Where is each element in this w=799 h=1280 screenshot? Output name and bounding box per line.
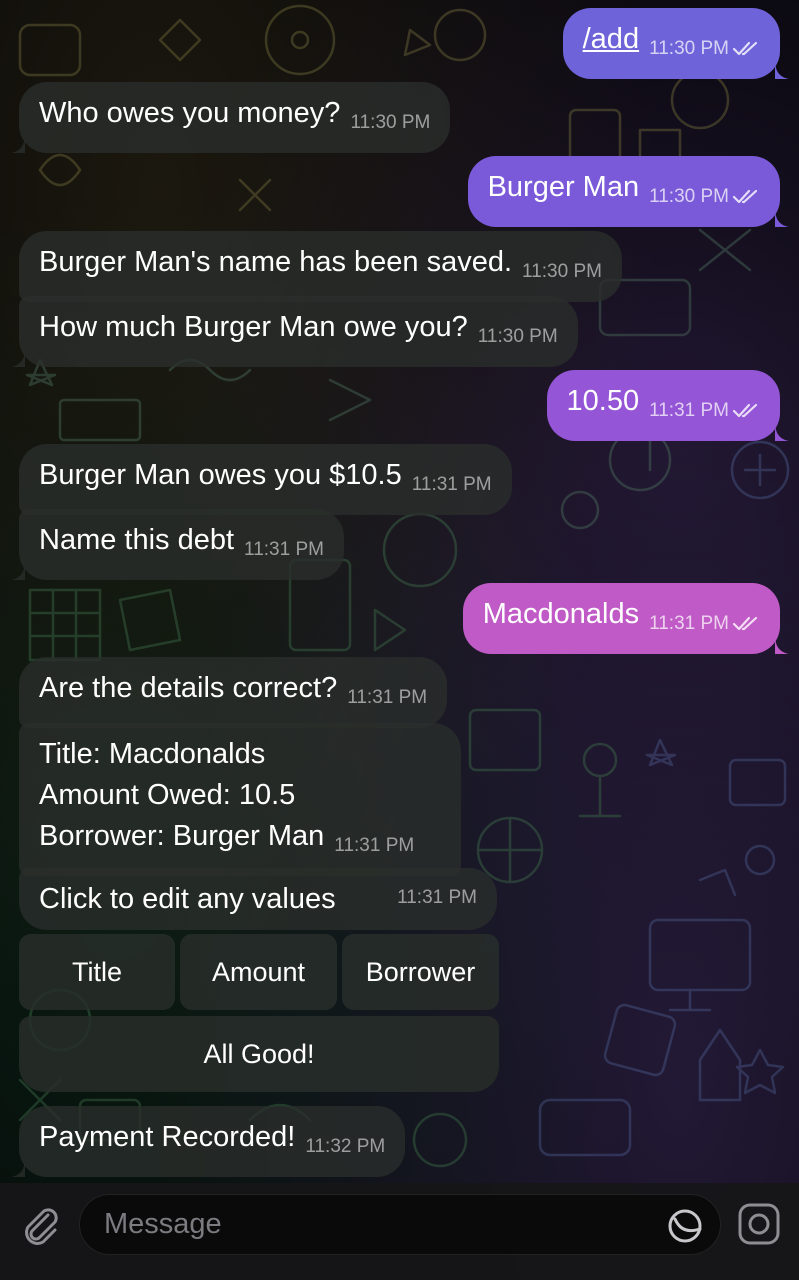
paperclip-icon[interactable] bbox=[18, 1203, 62, 1247]
message-time: 11:31 PM bbox=[347, 687, 428, 708]
button-label: Borrower bbox=[365, 956, 476, 987]
button-label: Title bbox=[71, 956, 122, 987]
incoming-message[interactable]: Who owes you money? 11:30 PM bbox=[11, 82, 451, 153]
edit-borrower-button[interactable]: Borrower bbox=[342, 934, 499, 1010]
message-text: 10.50 bbox=[566, 385, 640, 417]
incoming-message[interactable]: Burger Man owes you $10.5 11:31 PM bbox=[19, 444, 512, 515]
sticker-icon[interactable] bbox=[666, 1207, 704, 1245]
double-check-icon bbox=[732, 616, 758, 631]
bubble-tail bbox=[775, 59, 789, 79]
message-time: 11:30 PM bbox=[649, 28, 760, 69]
edit-amount-button[interactable]: Amount bbox=[180, 934, 337, 1010]
double-check-icon bbox=[732, 403, 758, 418]
message-text: Are the details correct? bbox=[39, 672, 338, 704]
chat-screen: /add 11:30 PM Who owes you money? 11:30 PM… bbox=[0, 0, 799, 1280]
detail-title-line: Title: Macdonalds bbox=[39, 738, 266, 770]
outgoing-message[interactable]: Burger Man 11:30 PM bbox=[467, 156, 789, 227]
bubble-tail bbox=[775, 207, 789, 227]
button-label: Amount bbox=[211, 956, 306, 987]
message-text: Payment Recorded! bbox=[39, 1121, 296, 1153]
bubble-tail bbox=[11, 560, 25, 580]
message-text: Burger Man owes you $10.5 bbox=[39, 459, 402, 491]
message-time: 11:31 PM bbox=[649, 390, 760, 431]
bubble-tail bbox=[11, 133, 25, 153]
message-time: 11:31 PM bbox=[334, 835, 415, 856]
message-time: 11:32 PM bbox=[305, 1136, 386, 1157]
incoming-message[interactable]: Payment Recorded! 11:32 PM bbox=[11, 1106, 406, 1177]
bubble-tail bbox=[775, 421, 789, 441]
message-text: Macdonalds bbox=[482, 598, 640, 630]
command-link[interactable]: /add bbox=[583, 23, 639, 55]
message-time: 11:30 PM bbox=[649, 176, 760, 217]
bubble-tail bbox=[775, 634, 789, 654]
message-time: 11:31 PM bbox=[397, 887, 477, 908]
button-label: All Good! bbox=[203, 1038, 315, 1069]
all-good-button[interactable]: All Good! bbox=[19, 1016, 499, 1092]
detail-borrower-line: Borrower: Burger Man 11:31 PM bbox=[39, 816, 441, 866]
incoming-message[interactable]: Click to edit any values 11:31 PM bbox=[19, 868, 497, 930]
double-check-icon bbox=[732, 189, 758, 204]
message-placeholder: Message bbox=[104, 1208, 222, 1240]
message-time: 11:31 PM bbox=[411, 474, 492, 495]
camera-icon[interactable] bbox=[737, 1202, 781, 1246]
message-time: 11:31 PM bbox=[244, 539, 324, 560]
message-time: 11:30 PM bbox=[350, 112, 431, 133]
bubble-tail bbox=[11, 347, 25, 367]
message-text: Burger Man's name has been saved. bbox=[39, 246, 513, 278]
incoming-message[interactable]: Burger Man's name has been saved. 11:30 P… bbox=[19, 231, 622, 302]
bubble-tail bbox=[11, 1157, 25, 1177]
message-composer: Message bbox=[0, 1183, 799, 1280]
incoming-message[interactable]: Title: Macdonalds Amount Owed: 10.5 Borr… bbox=[19, 723, 461, 876]
message-time: 11:30 PM bbox=[477, 326, 558, 347]
incoming-message[interactable]: How much Burger Man owe you? 11:30 PM bbox=[11, 296, 578, 367]
outgoing-message[interactable]: /add 11:30 PM bbox=[562, 8, 789, 79]
outgoing-message[interactable]: 10.50 11:31 PM bbox=[546, 370, 789, 441]
incoming-message[interactable]: Name this debt 11:31 PM bbox=[11, 509, 344, 580]
outgoing-message[interactable]: Macdonalds 11:31 PM bbox=[462, 583, 789, 654]
message-text: Click to edit any values bbox=[39, 883, 336, 915]
double-check-icon bbox=[732, 41, 758, 56]
incoming-message[interactable]: Are the details correct? 11:31 PM bbox=[19, 657, 448, 728]
message-text: How much Burger Man owe you? bbox=[39, 311, 468, 343]
message-text: Name this debt bbox=[39, 524, 235, 556]
message-text: Burger Man bbox=[487, 171, 640, 203]
message-time: 11:30 PM bbox=[522, 261, 602, 282]
message-time: 11:31 PM bbox=[649, 603, 760, 644]
edit-title-button[interactable]: Title bbox=[19, 934, 175, 1010]
message-text: Who owes you money? bbox=[39, 97, 341, 129]
detail-amount-line: Amount Owed: 10.5 bbox=[39, 779, 296, 811]
message-input[interactable]: Message bbox=[79, 1194, 721, 1255]
